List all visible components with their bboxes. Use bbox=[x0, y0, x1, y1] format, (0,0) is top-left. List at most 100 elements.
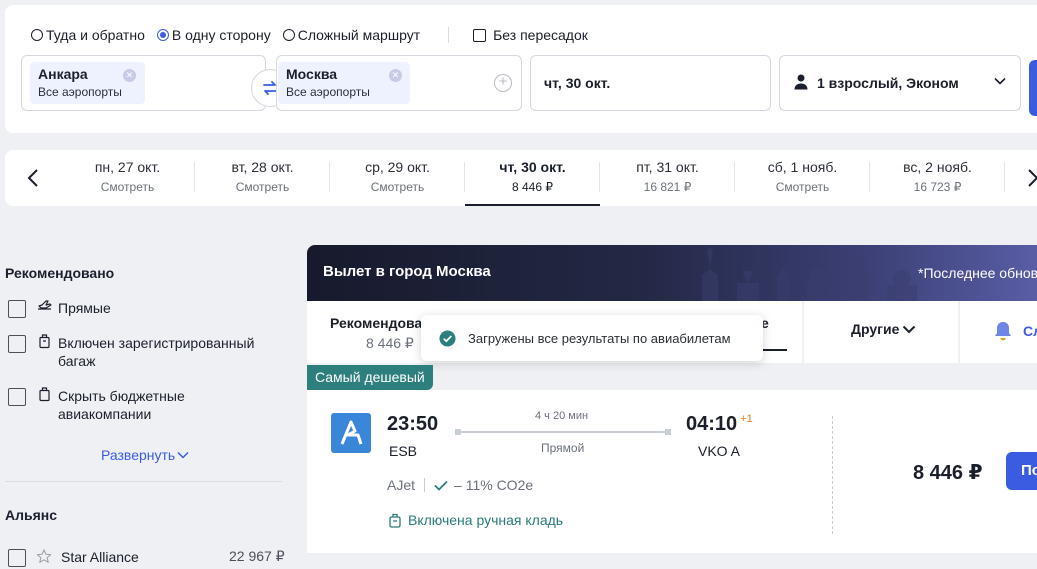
date-cell-day: пн, 27 окт. bbox=[94, 159, 161, 175]
checkbox-icon[interactable] bbox=[8, 335, 26, 353]
day-offset: +1 bbox=[740, 413, 753, 425]
radio-selected-icon bbox=[156, 29, 169, 41]
divider bbox=[832, 416, 833, 534]
radio-icon bbox=[282, 29, 295, 41]
results-title: Вылет в город Москва bbox=[323, 263, 491, 280]
filter-direct[interactable]: Прямые bbox=[8, 299, 111, 318]
plane-icon bbox=[36, 299, 52, 318]
results-panel: Вылет в город Москва *Последнее обновлен… bbox=[307, 245, 1037, 569]
date-cell-day: сб, 1 нояб. bbox=[767, 159, 838, 175]
origin-airports: Все аэропорты bbox=[38, 85, 122, 99]
route-line bbox=[455, 429, 671, 435]
notification-toast: Загружены все результаты по авиабилетам bbox=[421, 315, 763, 361]
trip-multicity-radio[interactable]: Сложный маршрут bbox=[282, 27, 421, 43]
baggage-label: Включена ручная кладь bbox=[408, 512, 564, 528]
date-cell-selected[interactable]: чт, 30 окт. 8 446 ₽ bbox=[465, 150, 600, 206]
tab-label: Рекомендовано bbox=[330, 315, 440, 331]
chevron-right-icon bbox=[1028, 169, 1037, 187]
divider bbox=[802, 301, 804, 363]
filter-hide-budget[interactable]: Скрыть бюджетные авиакомпании bbox=[8, 387, 228, 423]
trip-multicity-label: Сложный маршрут bbox=[297, 27, 421, 43]
arrive-airport: VKO A bbox=[698, 443, 741, 459]
tab-other[interactable]: Другие bbox=[851, 301, 931, 363]
date-strip: пн, 27 окт. Смотреть вт, 28 окт. Смотрет… bbox=[5, 150, 1037, 206]
bell-icon bbox=[995, 322, 1011, 341]
date-cell[interactable]: пн, 27 окт. Смотреть bbox=[60, 150, 195, 206]
depart-time: 23:50 bbox=[387, 413, 439, 435]
date-cell[interactable]: вт, 28 окт. Смотреть bbox=[195, 150, 330, 206]
chevron-down-icon bbox=[177, 451, 189, 459]
depart-airport: ESB bbox=[389, 443, 418, 459]
destination-airports: Все аэропорты bbox=[286, 85, 370, 99]
origin-chip: Анкара Все аэропорты ✕ bbox=[30, 62, 145, 104]
date-cell[interactable]: пт, 31 окт. 16 821 ₽ bbox=[600, 150, 735, 206]
filter-label: Star Alliance bbox=[61, 549, 139, 565]
toast-message: Загружены все результаты по авиабилетам bbox=[468, 330, 731, 346]
person-icon bbox=[794, 74, 808, 90]
date-cell-day: вс, 2 нояб. bbox=[903, 159, 972, 175]
nonstop-label: Без пересадок bbox=[493, 27, 588, 43]
baggage-info: Включена ручная кладь bbox=[389, 512, 563, 528]
check-icon bbox=[434, 480, 448, 491]
trip-type-options: Туда и обратно В одну сторону Сложный ма… bbox=[31, 27, 588, 43]
passengers-value: 1 взрослый, Эконом bbox=[817, 75, 959, 91]
budget-icon bbox=[36, 387, 52, 423]
filter-alliance-star[interactable]: Star Alliance bbox=[8, 548, 139, 567]
date-cell-day: вт, 28 окт. bbox=[231, 159, 294, 175]
checkbox-icon[interactable] bbox=[8, 300, 26, 318]
clear-destination-icon[interactable]: ✕ bbox=[389, 69, 402, 82]
date-cell[interactable]: вс, 2 нояб. 16 723 ₽ bbox=[870, 150, 1005, 206]
divider bbox=[5, 481, 282, 482]
ticket-card[interactable]: 23:50 ESB 4 ч 20 мин Прямой 04:10 +1 VKO … bbox=[307, 390, 1037, 553]
star-alliance-icon bbox=[36, 548, 52, 567]
airline-logo bbox=[331, 413, 371, 453]
checkbox-icon[interactable] bbox=[8, 388, 26, 406]
filter-section-title: Рекомендовано bbox=[5, 265, 115, 281]
subscribe-button[interactable]: Сл bbox=[992, 301, 1037, 363]
origin-field[interactable]: Анкара Все аэропорты ✕ bbox=[21, 55, 266, 111]
tab-price: 8 446 ₽ bbox=[366, 335, 414, 351]
trip-roundtrip-radio[interactable]: Туда и обратно bbox=[31, 27, 145, 43]
flight-duration: 4 ч 20 мин bbox=[535, 410, 589, 422]
hand-luggage-icon bbox=[389, 513, 401, 528]
clear-origin-icon[interactable]: ✕ bbox=[123, 69, 136, 82]
trip-roundtrip-label: Туда и обратно bbox=[46, 27, 145, 43]
prev-dates-button[interactable] bbox=[21, 166, 45, 190]
divider bbox=[424, 478, 426, 492]
date-cell[interactable]: сб, 1 нояб. Смотреть bbox=[735, 150, 870, 206]
filter-section-title: Альянс bbox=[5, 507, 58, 523]
tab-label: Другие bbox=[851, 321, 900, 337]
checkbox-icon[interactable] bbox=[8, 549, 26, 567]
date-cell-price: Смотреть bbox=[775, 180, 830, 194]
check-circle-icon bbox=[439, 329, 456, 347]
radio-icon bbox=[31, 29, 43, 41]
cheapest-badge: Самый дешевый bbox=[307, 365, 433, 390]
filter-checked-baggage[interactable]: Включен зарегистрированный багаж bbox=[8, 334, 278, 370]
date-cell-price: Смотреть bbox=[100, 180, 155, 194]
add-destination-icon[interactable]: + bbox=[494, 74, 512, 92]
tab-recommended[interactable]: Рекомендовано 8 446 ₽ bbox=[330, 301, 440, 363]
date-field[interactable]: чт, 30 окт. bbox=[530, 55, 771, 111]
airline-name: AJet bbox=[387, 477, 416, 493]
chevron-left-icon bbox=[27, 169, 38, 187]
date-cell-day: пт, 31 окт. bbox=[636, 159, 699, 175]
passengers-field[interactable]: 1 взрослый, Эконом bbox=[779, 55, 1021, 111]
search-button[interactable] bbox=[1029, 60, 1037, 116]
arrive-time: 04:10 bbox=[686, 413, 738, 435]
divider bbox=[958, 301, 960, 363]
date-cell-day: ср, 29 окт. bbox=[365, 159, 430, 175]
nonstop-checkbox[interactable]: Без пересадок bbox=[473, 27, 588, 43]
date-cell-price: Смотреть bbox=[235, 180, 290, 194]
next-dates-button[interactable] bbox=[1021, 166, 1037, 190]
ticket-price: 8 446 ₽ bbox=[913, 462, 983, 484]
trip-oneway-radio[interactable]: В одну сторону bbox=[156, 27, 271, 43]
buy-button[interactable]: По bbox=[1006, 452, 1037, 490]
expand-filters-link[interactable]: Развернуть bbox=[101, 447, 189, 463]
checkbox-icon bbox=[473, 28, 487, 42]
date-value: чт, 30 окт. bbox=[544, 75, 611, 91]
date-cell[interactable]: ср, 29 окт. Смотреть bbox=[330, 150, 465, 206]
stops-info: Прямой bbox=[541, 441, 585, 455]
destination-field[interactable]: Москва Все аэропорты ✕ + bbox=[276, 55, 522, 111]
date-cell-price: 16 821 ₽ bbox=[643, 180, 692, 194]
trip-oneway-label: В одну сторону bbox=[171, 27, 271, 43]
